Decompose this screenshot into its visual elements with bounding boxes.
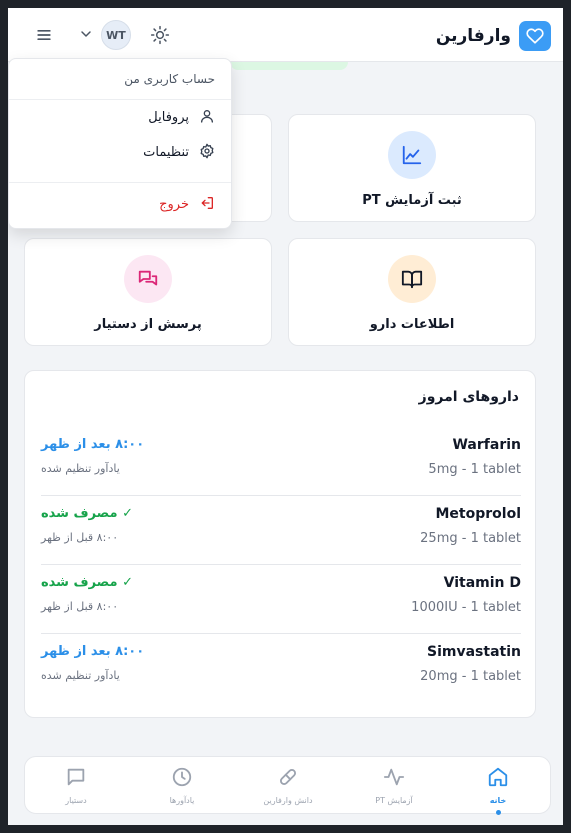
tile-drug-info[interactable]: اطلاعات دارو xyxy=(288,238,536,346)
user-icon xyxy=(199,108,215,128)
top-header: وارفارین WT xyxy=(8,8,563,62)
nav-label: یادآورها xyxy=(169,796,195,805)
nav-home[interactable]: خانه xyxy=(453,766,543,815)
med-status: ۸:۰۰ بعد از ظهر xyxy=(41,437,145,452)
menu-item-logout[interactable]: خروج xyxy=(9,187,231,222)
nav-warfarin-knowledge[interactable]: دانش وارفارین xyxy=(243,766,333,805)
nav-label: آزمایش PT xyxy=(375,796,413,805)
tile-label: پرسش از دستیار xyxy=(94,317,202,332)
tile-ask-assistant[interactable]: پرسش از دستیار xyxy=(24,238,272,346)
med-dose: 1000IU - 1 tablet xyxy=(411,600,521,615)
med-row[interactable]: Simvastatin 20mg - 1 tablet ۸:۰۰ بعد از … xyxy=(41,634,521,703)
med-sub: ۸:۰۰ قبل از ظهر xyxy=(41,600,119,613)
user-menu-dropdown: حساب کاربری من پروفایل تنظیمات خروج xyxy=(8,58,232,229)
pill-icon xyxy=(277,766,299,792)
chat-icon xyxy=(65,766,87,792)
tile-label: اطلاعات دارو xyxy=(369,317,455,332)
tile-log-pt-test[interactable]: ثبت آزمایش PT xyxy=(288,114,536,222)
card-title: داروهای امروز xyxy=(418,389,519,405)
avatar[interactable]: WT xyxy=(101,20,131,50)
menu-item-label: پروفایل xyxy=(148,110,189,125)
med-name: Metoprolol xyxy=(435,506,522,522)
med-sub: ۸:۰۰ قبل از ظهر xyxy=(41,531,119,544)
med-dose: 5mg - 1 tablet xyxy=(428,462,521,477)
brand-name: وارفارین xyxy=(435,26,511,46)
med-dose: 20mg - 1 tablet xyxy=(420,669,521,684)
menu-item-profile[interactable]: پروفایل xyxy=(9,100,231,135)
menu-title: حساب کاربری من xyxy=(9,59,231,100)
status-banner-edge xyxy=(230,62,348,70)
nav-label: دستیار xyxy=(65,796,87,805)
menu-item-label: خروج xyxy=(159,197,189,212)
app-frame: وارفارین WT ثبت آزمایش PT اطلاعات دارو پ… xyxy=(8,8,563,825)
gear-icon xyxy=(199,143,215,163)
chart-line-icon xyxy=(388,131,436,179)
menu-icon[interactable] xyxy=(34,25,54,45)
nav-label: خانه xyxy=(489,796,507,805)
chat-icon xyxy=(124,255,172,303)
clock-icon xyxy=(171,766,193,792)
tile-label: ثبت آزمایش PT xyxy=(362,193,462,208)
nav-reminders[interactable]: یادآورها xyxy=(137,766,227,805)
med-status: ✓ مصرف شده xyxy=(41,575,133,590)
med-row[interactable]: Warfarin 5mg - 1 tablet ۸:۰۰ بعد از ظهر … xyxy=(41,427,521,496)
home-icon xyxy=(487,766,509,792)
nav-label: دانش وارفارین xyxy=(263,796,313,805)
med-dose: 25mg - 1 tablet xyxy=(420,531,521,546)
nav-pt-test[interactable]: آزمایش PT xyxy=(349,766,439,805)
med-sub: یادآور تنظیم شده xyxy=(41,669,120,682)
med-name: Warfarin xyxy=(452,437,521,453)
med-name: Simvastatin xyxy=(427,644,521,660)
sun-icon[interactable] xyxy=(150,25,170,45)
nav-assistant[interactable]: دستیار xyxy=(31,766,121,805)
active-indicator xyxy=(495,810,501,815)
menu-item-label: تنظیمات xyxy=(143,145,189,160)
bottom-nav: خانه آزمایش PT دانش وارفارین یادآورها دس… xyxy=(24,756,551,815)
med-name: Vitamin D xyxy=(443,575,521,591)
activity-icon xyxy=(383,766,405,792)
heart-icon xyxy=(519,21,551,51)
med-status: ✓ مصرف شده xyxy=(41,506,133,521)
logout-icon xyxy=(199,195,215,215)
chevron-down-icon[interactable] xyxy=(78,26,94,42)
menu-divider xyxy=(9,182,231,183)
med-row[interactable]: Metoprolol 25mg - 1 tablet ✓ مصرف شده ۸:… xyxy=(41,496,521,565)
med-status: ۸:۰۰ بعد از ظهر xyxy=(41,644,145,659)
med-row[interactable]: Vitamin D 1000IU - 1 tablet ✓ مصرف شده ۸… xyxy=(41,565,521,634)
brand[interactable]: وارفارین xyxy=(436,21,551,51)
med-sub: یادآور تنظیم شده xyxy=(41,462,120,475)
menu-item-settings[interactable]: تنظیمات xyxy=(9,135,231,170)
todays-meds-card: داروهای امروز Warfarin 5mg - 1 tablet ۸:… xyxy=(24,370,536,718)
book-icon xyxy=(388,255,436,303)
